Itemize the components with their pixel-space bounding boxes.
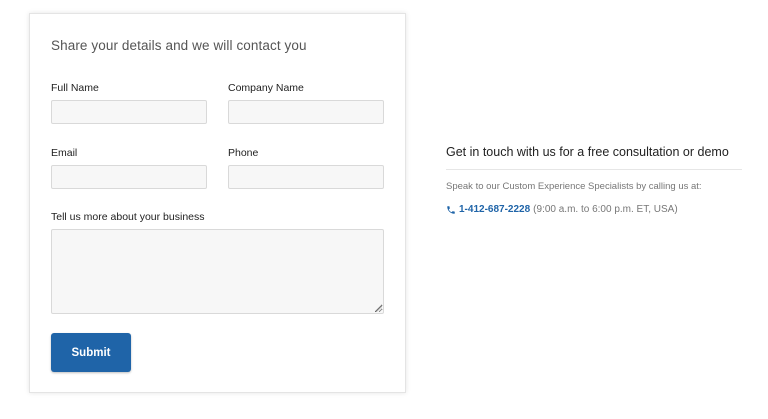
full-name-input[interactable] — [51, 100, 207, 124]
page: Share your details and we will contact y… — [0, 0, 768, 419]
form-heading: Share your details and we will contact y… — [51, 38, 307, 53]
business-textarea[interactable] — [51, 229, 384, 314]
email-label: Email — [51, 147, 78, 159]
submit-button[interactable]: Submit — [51, 333, 131, 372]
contact-title: Get in touch with us for a free consulta… — [446, 145, 729, 159]
contact-description: Speak to our Custom Experience Specialis… — [446, 181, 702, 192]
business-hours: (9:00 a.m. to 6:00 p.m. ET, USA) — [533, 204, 678, 215]
company-name-label: Company Name — [228, 82, 304, 94]
email-input[interactable] — [51, 165, 207, 189]
contact-panel: Get in touch with us for a free consulta… — [446, 143, 746, 217]
business-label: Tell us more about your business — [51, 211, 205, 223]
phone-icon — [447, 206, 455, 214]
phone-number-link[interactable]: 1-412-687-2228 — [459, 203, 530, 217]
phone-row: 1-412-687-2228 (9:00 a.m. to 6:00 p.m. E… — [446, 203, 746, 217]
phone-label: Phone — [228, 147, 259, 159]
full-name-label: Full Name — [51, 82, 99, 94]
company-name-input[interactable] — [228, 100, 384, 124]
contact-form-card: Share your details and we will contact y… — [29, 13, 406, 393]
phone-input[interactable] — [228, 165, 384, 189]
divider — [446, 169, 742, 170]
